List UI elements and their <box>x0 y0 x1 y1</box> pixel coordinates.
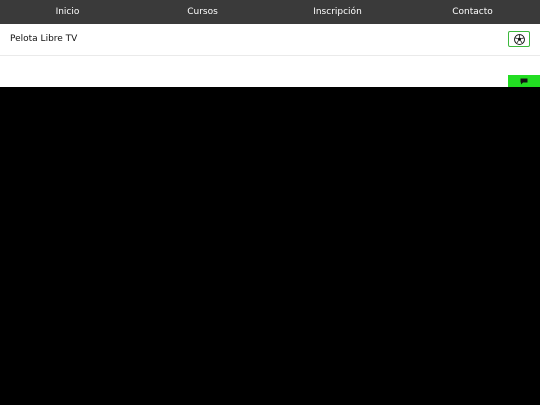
video-player[interactable] <box>0 87 540 405</box>
nav-link-contacto[interactable]: Contacto <box>405 0 540 24</box>
nav-link-inicio[interactable]: Inicio <box>0 0 135 24</box>
brand-bar: Pelota Libre TV <box>0 24 540 56</box>
site-brand[interactable]: Pelota Libre TV <box>10 24 77 55</box>
soccer-ball-icon <box>513 33 525 45</box>
top-nav: Inicio Cursos Inscripción Contacto <box>0 0 540 24</box>
soccer-ball-button[interactable] <box>508 31 530 47</box>
nav-link-inscripcion[interactable]: Inscripción <box>270 0 405 24</box>
nav-link-cursos[interactable]: Cursos <box>135 0 270 24</box>
chat-tab[interactable] <box>508 75 540 87</box>
chat-bubble-icon <box>520 78 528 84</box>
content-strip <box>0 56 540 87</box>
